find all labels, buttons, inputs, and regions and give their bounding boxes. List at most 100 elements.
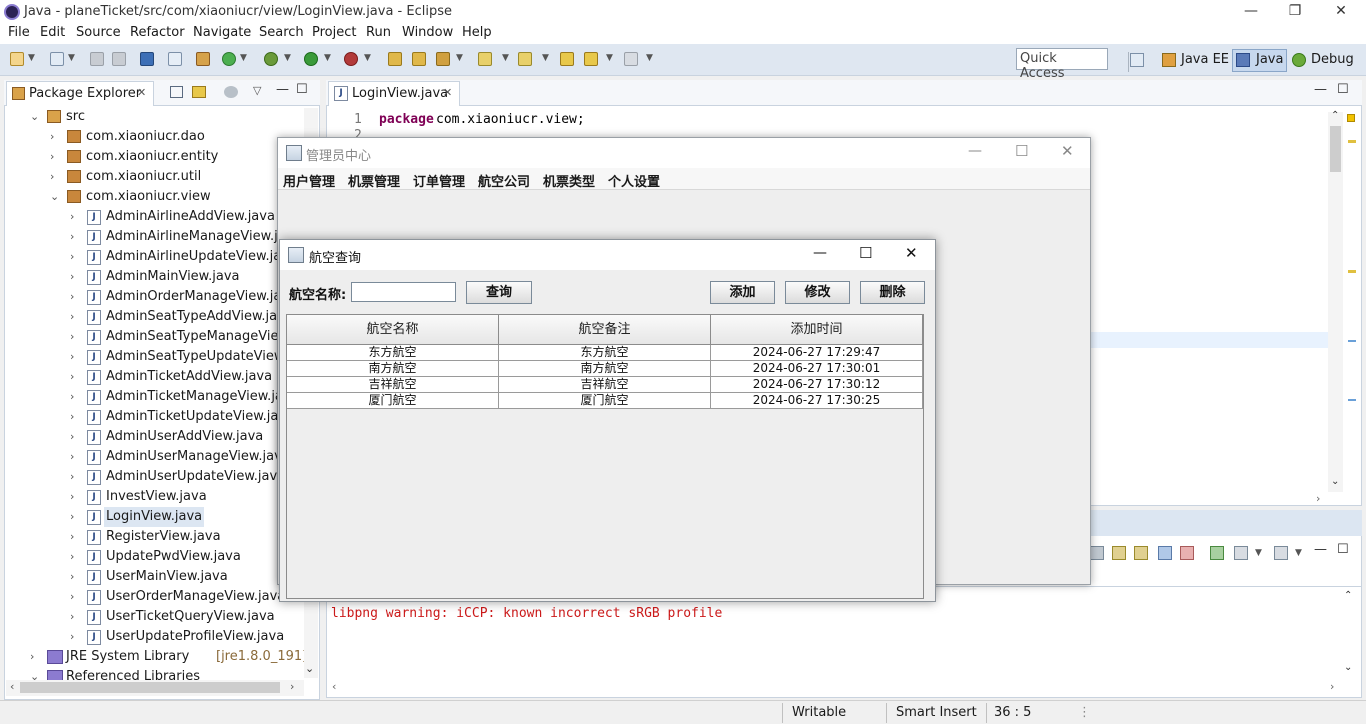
query-minimize-icon[interactable]: — [813, 245, 827, 261]
console-output[interactable]: libpng warning: iCCP: known incorrect sR… [326, 586, 1362, 698]
external-tools-dropdown-icon[interactable]: ▼ [364, 53, 371, 63]
admin-maximize-icon[interactable]: ☐ [1015, 142, 1028, 160]
tree-collapsed-chevron-icon[interactable]: › [70, 607, 74, 627]
open-perspective-icon[interactable] [1130, 53, 1144, 67]
maximize-view-icon[interactable]: ☐ [296, 82, 308, 97]
menu-refactor[interactable]: Refactor [130, 25, 185, 40]
editor-scroll-right-icon[interactable]: › [1316, 492, 1320, 505]
tree-item[interactable]: com.xiaoniucr.entity [86, 147, 218, 167]
forward-dropdown-icon[interactable]: ▼ [646, 53, 653, 63]
overview-ruler-marker[interactable] [1348, 340, 1356, 342]
new-console-dropdown-icon[interactable]: ▼ [1295, 548, 1302, 558]
menu-user-management[interactable]: 用户管理 [283, 171, 335, 190]
editor-tab-loginview[interactable]: J LoginView.java ✕ [328, 81, 460, 106]
refresh-icon[interactable] [222, 52, 236, 66]
tree-item[interactable]: UserOrderManageView.java [106, 587, 285, 607]
tree-item[interactable]: UpdatePwdView.java [106, 547, 241, 567]
console-scroll-down-icon[interactable]: ⌄ [1344, 662, 1352, 673]
open-type-icon[interactable] [388, 52, 402, 66]
menu-ticket-type[interactable]: 机票类型 [543, 171, 595, 190]
cell-airline-remark[interactable]: 南方航空 [499, 361, 711, 377]
tree-collapsed-chevron-icon[interactable]: › [70, 347, 74, 367]
next-annotation-icon[interactable] [478, 52, 492, 66]
menu-order-management[interactable]: 订单管理 [413, 171, 465, 190]
prev-annotation-dropdown-icon[interactable]: ▼ [542, 53, 549, 63]
quick-access-input[interactable]: Quick Access [1016, 48, 1108, 81]
link-with-editor-icon[interactable] [192, 86, 206, 98]
tree-collapsed-chevron-icon[interactable]: › [50, 147, 54, 167]
tree-scroll-down-icon[interactable]: ⌄ [305, 662, 314, 675]
tree-item[interactable]: JRE System Library [66, 647, 189, 667]
tree-item[interactable]: AdminTicketManageView.java [106, 387, 299, 407]
editor-scroll-thumb[interactable] [1330, 126, 1341, 172]
cell-airline-name[interactable]: 南方航空 [287, 361, 499, 377]
cell-airline-name[interactable]: 吉祥航空 [287, 377, 499, 393]
edit-button[interactable]: 修改 [785, 281, 850, 304]
console-scroll-left-icon[interactable]: ‹ [332, 680, 336, 693]
pencil-dropdown-icon[interactable]: ▼ [456, 53, 463, 63]
prev-annotation-icon[interactable] [518, 52, 532, 66]
refresh-dropdown-icon[interactable]: ▼ [240, 53, 247, 63]
tree-collapsed-chevron-icon[interactable]: › [70, 367, 74, 387]
scroll-lock-icon[interactable] [1112, 546, 1126, 560]
cell-airline-remark[interactable]: 东方航空 [499, 345, 711, 361]
tree-item[interactable]: AdminUserManageView.java [106, 447, 290, 467]
show-console-icon[interactable] [1158, 546, 1172, 560]
console-scroll-up-icon[interactable]: ⌃ [1344, 590, 1352, 601]
tree-scroll-left-icon[interactable]: ‹ [10, 680, 14, 693]
tree-collapsed-chevron-icon[interactable]: › [70, 207, 74, 227]
editor-minimize-icon[interactable]: — [1314, 82, 1327, 97]
delete-button[interactable]: 删除 [860, 281, 925, 304]
java-perspective-icon[interactable] [1236, 53, 1250, 67]
run-icon[interactable] [304, 52, 318, 66]
editor-scroll-down-icon[interactable]: ⌄ [1331, 476, 1339, 487]
console-scroll-right-icon[interactable]: › [1330, 680, 1334, 693]
tree-collapsed-chevron-icon[interactable]: › [70, 507, 74, 527]
query-maximize-icon[interactable]: ☐ [859, 244, 872, 262]
display-selected-console-icon[interactable] [1210, 546, 1224, 560]
admin-close-icon[interactable]: ✕ [1061, 142, 1074, 160]
external-tools-icon[interactable] [344, 52, 358, 66]
run-dropdown-icon[interactable]: ▼ [324, 53, 331, 63]
menu-file[interactable]: File [8, 25, 30, 40]
menu-search[interactable]: Search [259, 25, 304, 40]
editor-maximize-icon[interactable]: ☐ [1337, 82, 1349, 97]
menu-navigate[interactable]: Navigate [193, 25, 251, 40]
forward-arrow-icon[interactable] [624, 52, 638, 66]
new-console-icon[interactable] [1274, 546, 1288, 560]
tree-collapsed-chevron-icon[interactable]: › [70, 427, 74, 447]
tree-expanded-chevron-icon[interactable]: ⌄ [30, 107, 39, 127]
tree-collapsed-chevron-icon[interactable]: › [70, 587, 74, 607]
minimize-button[interactable]: — [1228, 0, 1274, 24]
tree-item[interactable]: AdminTicketAddView.java [106, 367, 272, 387]
close-button[interactable]: ✕ [1318, 0, 1364, 24]
java-perspective-button[interactable]: Java [1256, 52, 1283, 67]
tree-item[interactable]: AdminTicketUpdateView.java [106, 407, 294, 427]
editor-tab-close-icon[interactable]: ✕ [443, 86, 452, 99]
menu-project[interactable]: Project [312, 25, 356, 40]
tree-item[interactable]: AdminMainView.java [106, 267, 240, 287]
build-icon[interactable] [196, 52, 210, 66]
tree-item[interactable]: UserUpdateProfileView.java [106, 627, 284, 647]
tree-collapsed-chevron-icon[interactable]: › [70, 287, 74, 307]
tree-collapsed-chevron-icon[interactable]: › [50, 167, 54, 187]
cell-airline-name[interactable]: 厦门航空 [287, 393, 499, 409]
tree-expanded-chevron-icon[interactable]: ⌄ [50, 187, 59, 207]
new-dropdown-icon[interactable]: ▼ [28, 53, 35, 63]
console-minimize-icon[interactable]: — [1314, 542, 1327, 557]
tree-item[interactable]: AdminAirlineAddView.java [106, 207, 275, 227]
skip-breakpoints-icon[interactable] [168, 52, 182, 66]
column-header-airline-remark[interactable]: 航空备注 [499, 315, 711, 345]
debug-dropdown-icon[interactable]: ▼ [284, 53, 291, 63]
word-wrap-icon[interactable] [1134, 546, 1148, 560]
cell-add-time[interactable]: 2024-06-27 17:29:47 [711, 345, 923, 361]
new-icon[interactable] [10, 52, 24, 66]
tree-item[interactable]: UserTicketQueryView.java [106, 607, 275, 627]
tree-item[interactable]: AdminSeatTypeAddView.java [106, 307, 293, 327]
tree-collapsed-chevron-icon[interactable]: › [70, 527, 74, 547]
add-button[interactable]: 添加 [710, 281, 775, 304]
menu-help[interactable]: Help [462, 25, 492, 40]
cell-airline-name[interactable]: 东方航空 [287, 345, 499, 361]
tree-collapsed-chevron-icon[interactable]: › [70, 307, 74, 327]
tree-collapsed-chevron-icon[interactable]: › [30, 647, 34, 667]
